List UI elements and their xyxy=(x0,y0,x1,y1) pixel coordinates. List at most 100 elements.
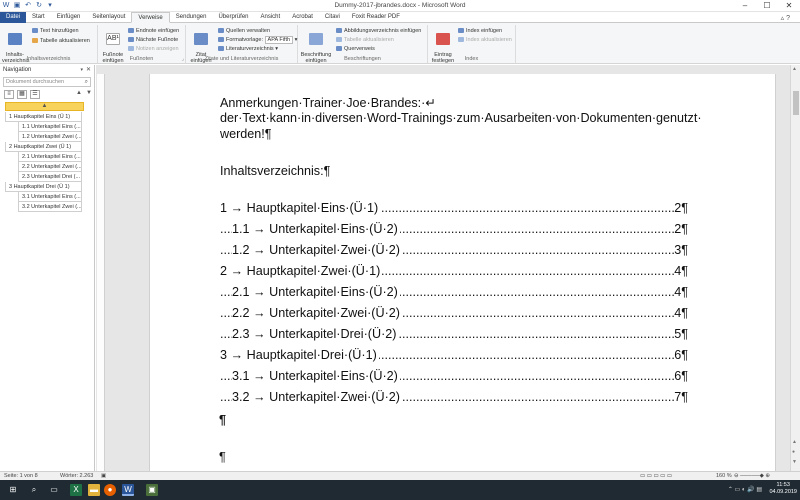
scroll-down-icon[interactable]: ▼ xyxy=(792,459,797,465)
zoom-slider[interactable]: ⊖ ─────◆ ⊕ xyxy=(734,473,770,479)
style-value[interactable]: APA Fifth xyxy=(264,36,294,44)
tab-citavi[interactable]: Citavi xyxy=(319,12,346,23)
tab-ansicht[interactable]: Ansicht xyxy=(255,12,287,23)
toc-entry[interactable]: ........................................… xyxy=(220,348,688,364)
next-arrow-icon[interactable]: ▼ xyxy=(86,90,92,96)
system-tray-icons[interactable]: ⌃ ▭ ◐ 🔊 ▤ xyxy=(728,486,762,493)
results-view-icon[interactable]: ☰ xyxy=(30,90,40,99)
tab-start[interactable]: Start xyxy=(26,12,51,23)
tab-datei[interactable]: Datei xyxy=(0,12,27,23)
nav-heading-item[interactable]: 2.1 Unterkapitel Eins (... xyxy=(18,152,82,162)
insert-endnote-button[interactable]: Endnote einfügen xyxy=(128,28,179,35)
task-view-icon[interactable]: ▭ xyxy=(48,484,60,496)
excel-icon[interactable]: X xyxy=(70,484,82,496)
nav-heading-item[interactable]: 1 Hauptkapitel Eins (Ü 1) xyxy=(5,112,82,122)
style-select[interactable]: Formatvorlage: APA Fifth ▾ xyxy=(218,36,297,44)
insert-index-button[interactable]: Index einfügen xyxy=(458,28,502,35)
update-index-button[interactable]: Index aktualisieren xyxy=(458,37,512,44)
tab-verweise[interactable]: Verweise xyxy=(131,12,170,23)
tab-seitenlayout[interactable]: Seitenlayout xyxy=(86,12,131,23)
toc-entry[interactable]: ........................................… xyxy=(220,390,688,406)
vertical-ruler xyxy=(97,74,105,471)
toc-entry[interactable]: ........................................… xyxy=(220,369,688,385)
maximize-icon[interactable]: ☐ xyxy=(756,0,778,11)
previous-arrow-icon[interactable]: ▲ xyxy=(76,90,82,96)
nav-heading-item[interactable]: 1.1 Unterkapitel Eins (... xyxy=(18,122,82,132)
crossref-button[interactable]: Querverweis xyxy=(336,46,375,53)
title-bar: W ▣ ↶ ↻ ▾ Dummy-2017-jbrandes.docx - Mic… xyxy=(0,0,800,12)
scroll-up-page-icon[interactable]: ▲ xyxy=(792,439,797,445)
add-text-button[interactable]: Text hinzufügen xyxy=(32,28,79,35)
doc-line-2[interactable]: der·Text·kann·in·diversen·Word-Trainings… xyxy=(220,111,702,125)
search-input[interactable]: Dokument durchsuchen ⌕ xyxy=(3,77,91,87)
search-icon[interactable]: ⌕ xyxy=(85,78,88,86)
selected-heading-marker[interactable]: ▲ xyxy=(5,102,84,111)
show-notes-icon xyxy=(128,46,134,52)
view-buttons[interactable]: ▭ ▭ ▭ ▭ ▭ xyxy=(640,473,672,479)
toc-entry[interactable]: ........................................… xyxy=(220,285,688,301)
vertical-scrollbar[interactable]: ▲ ▲ ● ▼ xyxy=(790,65,800,471)
bibliography-icon xyxy=(218,46,224,52)
close-icon[interactable]: ✕ xyxy=(86,65,91,75)
bibliography-button[interactable]: Literaturverzeichnis ▾ xyxy=(218,46,278,53)
nav-heading-item[interactable]: 3.1 Unterkapitel Eins (... xyxy=(18,192,82,202)
insert-figure-list-button[interactable]: Abbildungsverzeichnis einfügen xyxy=(336,28,421,35)
toc-entry[interactable]: ........................................… xyxy=(220,222,688,238)
search-icon[interactable]: ⌕ xyxy=(28,484,40,496)
tab-einfuegen[interactable]: Einfügen xyxy=(51,12,87,23)
nav-heading-item[interactable]: 3 Hauptkapitel Drei (Ü 1) xyxy=(5,182,82,192)
toc-entry-label: 3 → Hauptkapitel·Drei·(Ü·1) xyxy=(220,348,379,362)
scroll-thumb[interactable] xyxy=(793,91,799,115)
app-icon[interactable]: ▣ xyxy=(146,484,158,496)
manage-sources-button[interactable]: Quellen verwalten xyxy=(218,28,270,35)
cursor-paragraph-mark[interactable]: ¶ xyxy=(219,413,226,427)
dialog-launcher-icon[interactable]: ⌟ xyxy=(182,56,184,62)
doc-line-3[interactable]: werden!¶ xyxy=(220,127,272,141)
nav-heading-item[interactable]: 2.3 Unterkapitel Drei (... xyxy=(18,172,82,182)
help-icon[interactable]: ? xyxy=(786,15,790,22)
nav-heading-item[interactable]: 1.2 Unterkapitel Zwei (... xyxy=(18,132,82,142)
toc-entry[interactable]: ........................................… xyxy=(220,201,688,217)
group-label-captions: Beschriftungen xyxy=(344,56,381,62)
word-icon[interactable]: W xyxy=(122,484,134,496)
start-icon[interactable]: ⊞ xyxy=(7,484,19,496)
minimize-icon[interactable]: – xyxy=(734,0,756,11)
proofing-icon[interactable]: ▣ xyxy=(101,473,106,479)
group-label-toc: Inhaltsverzeichnis xyxy=(26,56,71,62)
footnote-icon: AB¹ xyxy=(106,33,120,45)
doc-heading[interactable]: Inhaltsverzeichnis:¶ xyxy=(220,164,330,178)
toc-entry-label: 3.1 → Unterkapitel·Eins·(Ü·2) xyxy=(232,369,400,383)
dropdown-icon[interactable]: ▾ xyxy=(80,65,83,75)
toc-entry[interactable]: ........................................… xyxy=(220,327,688,343)
update-toc-button[interactable]: Tabelle aktualisieren xyxy=(32,38,90,45)
toc-entry[interactable]: ........................................… xyxy=(220,243,688,259)
nav-heading-item[interactable]: 3.2 Unterkapitel Zwei (... xyxy=(18,202,82,212)
doc-line-1[interactable]: Anmerkungen·Trainer·Joe·Brandes:·↵ xyxy=(220,95,436,110)
firefox-icon[interactable]: ● xyxy=(104,484,116,496)
scroll-up-icon[interactable]: ▲ xyxy=(792,66,797,72)
close-icon[interactable]: ✕ xyxy=(778,0,800,11)
next-footnote-button[interactable]: Nächste Fußnote xyxy=(128,37,178,44)
refresh-icon xyxy=(336,37,342,43)
nav-heading-item[interactable]: 2.2 Unterkapitel Zwei (... xyxy=(18,162,82,172)
update-figure-table-button[interactable]: Tabelle aktualisieren xyxy=(336,37,394,44)
headings-view-icon[interactable]: ≡ xyxy=(4,90,14,99)
tab-foxit[interactable]: Foxit Reader PDF xyxy=(346,12,406,23)
zoom-level[interactable]: 160 % xyxy=(716,473,732,479)
file-explorer-icon[interactable]: ▬ xyxy=(88,484,100,496)
word-count[interactable]: Wörter: 2.263 xyxy=(60,473,93,479)
toc-entry-label: 2.2 → Unterkapitel·Zwei·(Ü·2) xyxy=(232,306,402,320)
select-browse-icon[interactable]: ● xyxy=(792,449,795,455)
nav-heading-item[interactable]: 2 Hauptkapitel Zwei (Ü 1) xyxy=(5,142,82,152)
pages-view-icon[interactable]: ▦ xyxy=(17,90,27,99)
tab-acrobat[interactable]: Acrobat xyxy=(286,12,319,23)
paragraph-mark[interactable]: ¶ xyxy=(219,450,226,464)
tab-ueberpruefen[interactable]: Überprüfen xyxy=(212,12,254,23)
page-count[interactable]: Seite: 1 von 8 xyxy=(4,473,38,479)
minimize-ribbon-icon[interactable]: ▵ xyxy=(781,15,785,22)
tab-sendungen[interactable]: Sendungen xyxy=(170,12,213,23)
clock[interactable]: 11:53 04.09.2019 xyxy=(769,482,797,496)
toc-entry[interactable]: ........................................… xyxy=(220,306,688,322)
show-notes-button[interactable]: Notizen anzeigen xyxy=(128,46,179,53)
toc-entry[interactable]: ........................................… xyxy=(220,264,688,280)
